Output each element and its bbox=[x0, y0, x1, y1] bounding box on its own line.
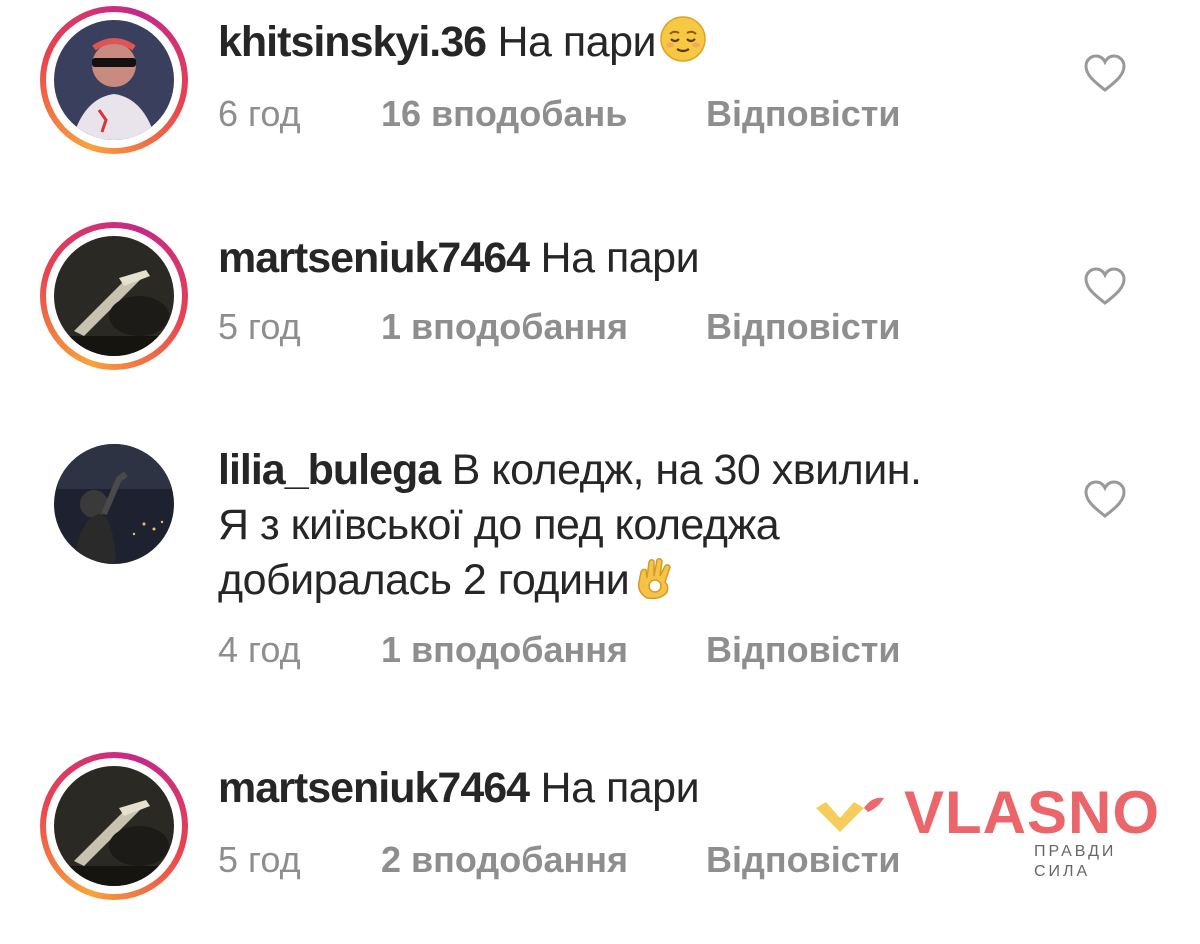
ok-hand-icon bbox=[631, 552, 681, 602]
comment-time: 5 год bbox=[218, 306, 301, 347]
comment-text: На пари bbox=[497, 18, 657, 66]
comment-username[interactable]: khitsinskyi.36 bbox=[218, 18, 487, 66]
comment-text: На пари bbox=[540, 764, 700, 812]
avatar[interactable] bbox=[54, 766, 174, 886]
vlasno-logo-icon bbox=[812, 788, 892, 844]
like-heart-icon[interactable] bbox=[1082, 265, 1128, 307]
avatar-story-ring[interactable] bbox=[40, 222, 188, 370]
watermark: VLASNO ПРАВДИ СИЛА bbox=[812, 779, 1172, 880]
comment-likes[interactable]: 1 вподобання bbox=[381, 628, 628, 672]
avatar-wrapper bbox=[40, 430, 188, 578]
comment-time: 5 год bbox=[218, 839, 301, 880]
reply-button[interactable]: Відповісти bbox=[706, 92, 901, 136]
comment-text: На пари bbox=[540, 234, 700, 282]
comment-likes[interactable]: 2 вподобання bbox=[381, 838, 628, 882]
avatar[interactable] bbox=[54, 444, 174, 564]
comment-username[interactable]: martseniuk7464 bbox=[218, 234, 530, 282]
comment-username[interactable]: martseniuk7464 bbox=[218, 764, 530, 812]
watermark-tagline: ПРАВДИ СИЛА bbox=[1034, 843, 1117, 880]
comment-text-line-2: Я з київської до пед коледжа bbox=[218, 501, 780, 549]
comment-likes[interactable]: 1 вподобання bbox=[381, 305, 628, 349]
avatar[interactable] bbox=[54, 20, 174, 140]
reply-button[interactable]: Відповісти bbox=[706, 305, 901, 349]
like-heart-icon[interactable] bbox=[1082, 52, 1128, 94]
comment-text-line-3: добиралась 2 години bbox=[218, 556, 630, 604]
comment-time: 6 год bbox=[218, 93, 301, 134]
comment-text-line-1: В коледж, на 30 хвилин. bbox=[451, 446, 922, 494]
watermark-brand: VLASNO bbox=[904, 779, 1161, 846]
avatar-story-ring[interactable] bbox=[40, 752, 188, 900]
avatar-story-ring[interactable] bbox=[40, 6, 188, 154]
comment-time: 4 год bbox=[218, 629, 301, 670]
relieved-face-icon bbox=[658, 14, 708, 64]
comment-username[interactable]: lilia_bulega bbox=[218, 446, 441, 494]
like-heart-icon[interactable] bbox=[1082, 478, 1128, 520]
reply-button[interactable]: Відповісти bbox=[706, 628, 901, 672]
comment-likes[interactable]: 16 вподобань bbox=[381, 92, 627, 136]
avatar[interactable] bbox=[54, 236, 174, 356]
